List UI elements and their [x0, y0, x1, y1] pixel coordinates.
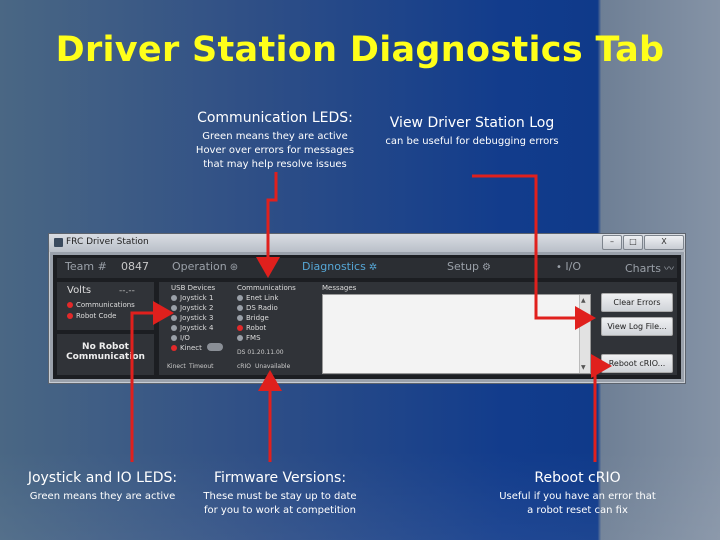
arrow-view-log — [472, 174, 596, 330]
arrow-joystick — [130, 301, 174, 462]
arrow-communication — [256, 172, 280, 278]
callout-arrows — [130, 172, 612, 462]
arrow-reboot — [591, 354, 612, 462]
